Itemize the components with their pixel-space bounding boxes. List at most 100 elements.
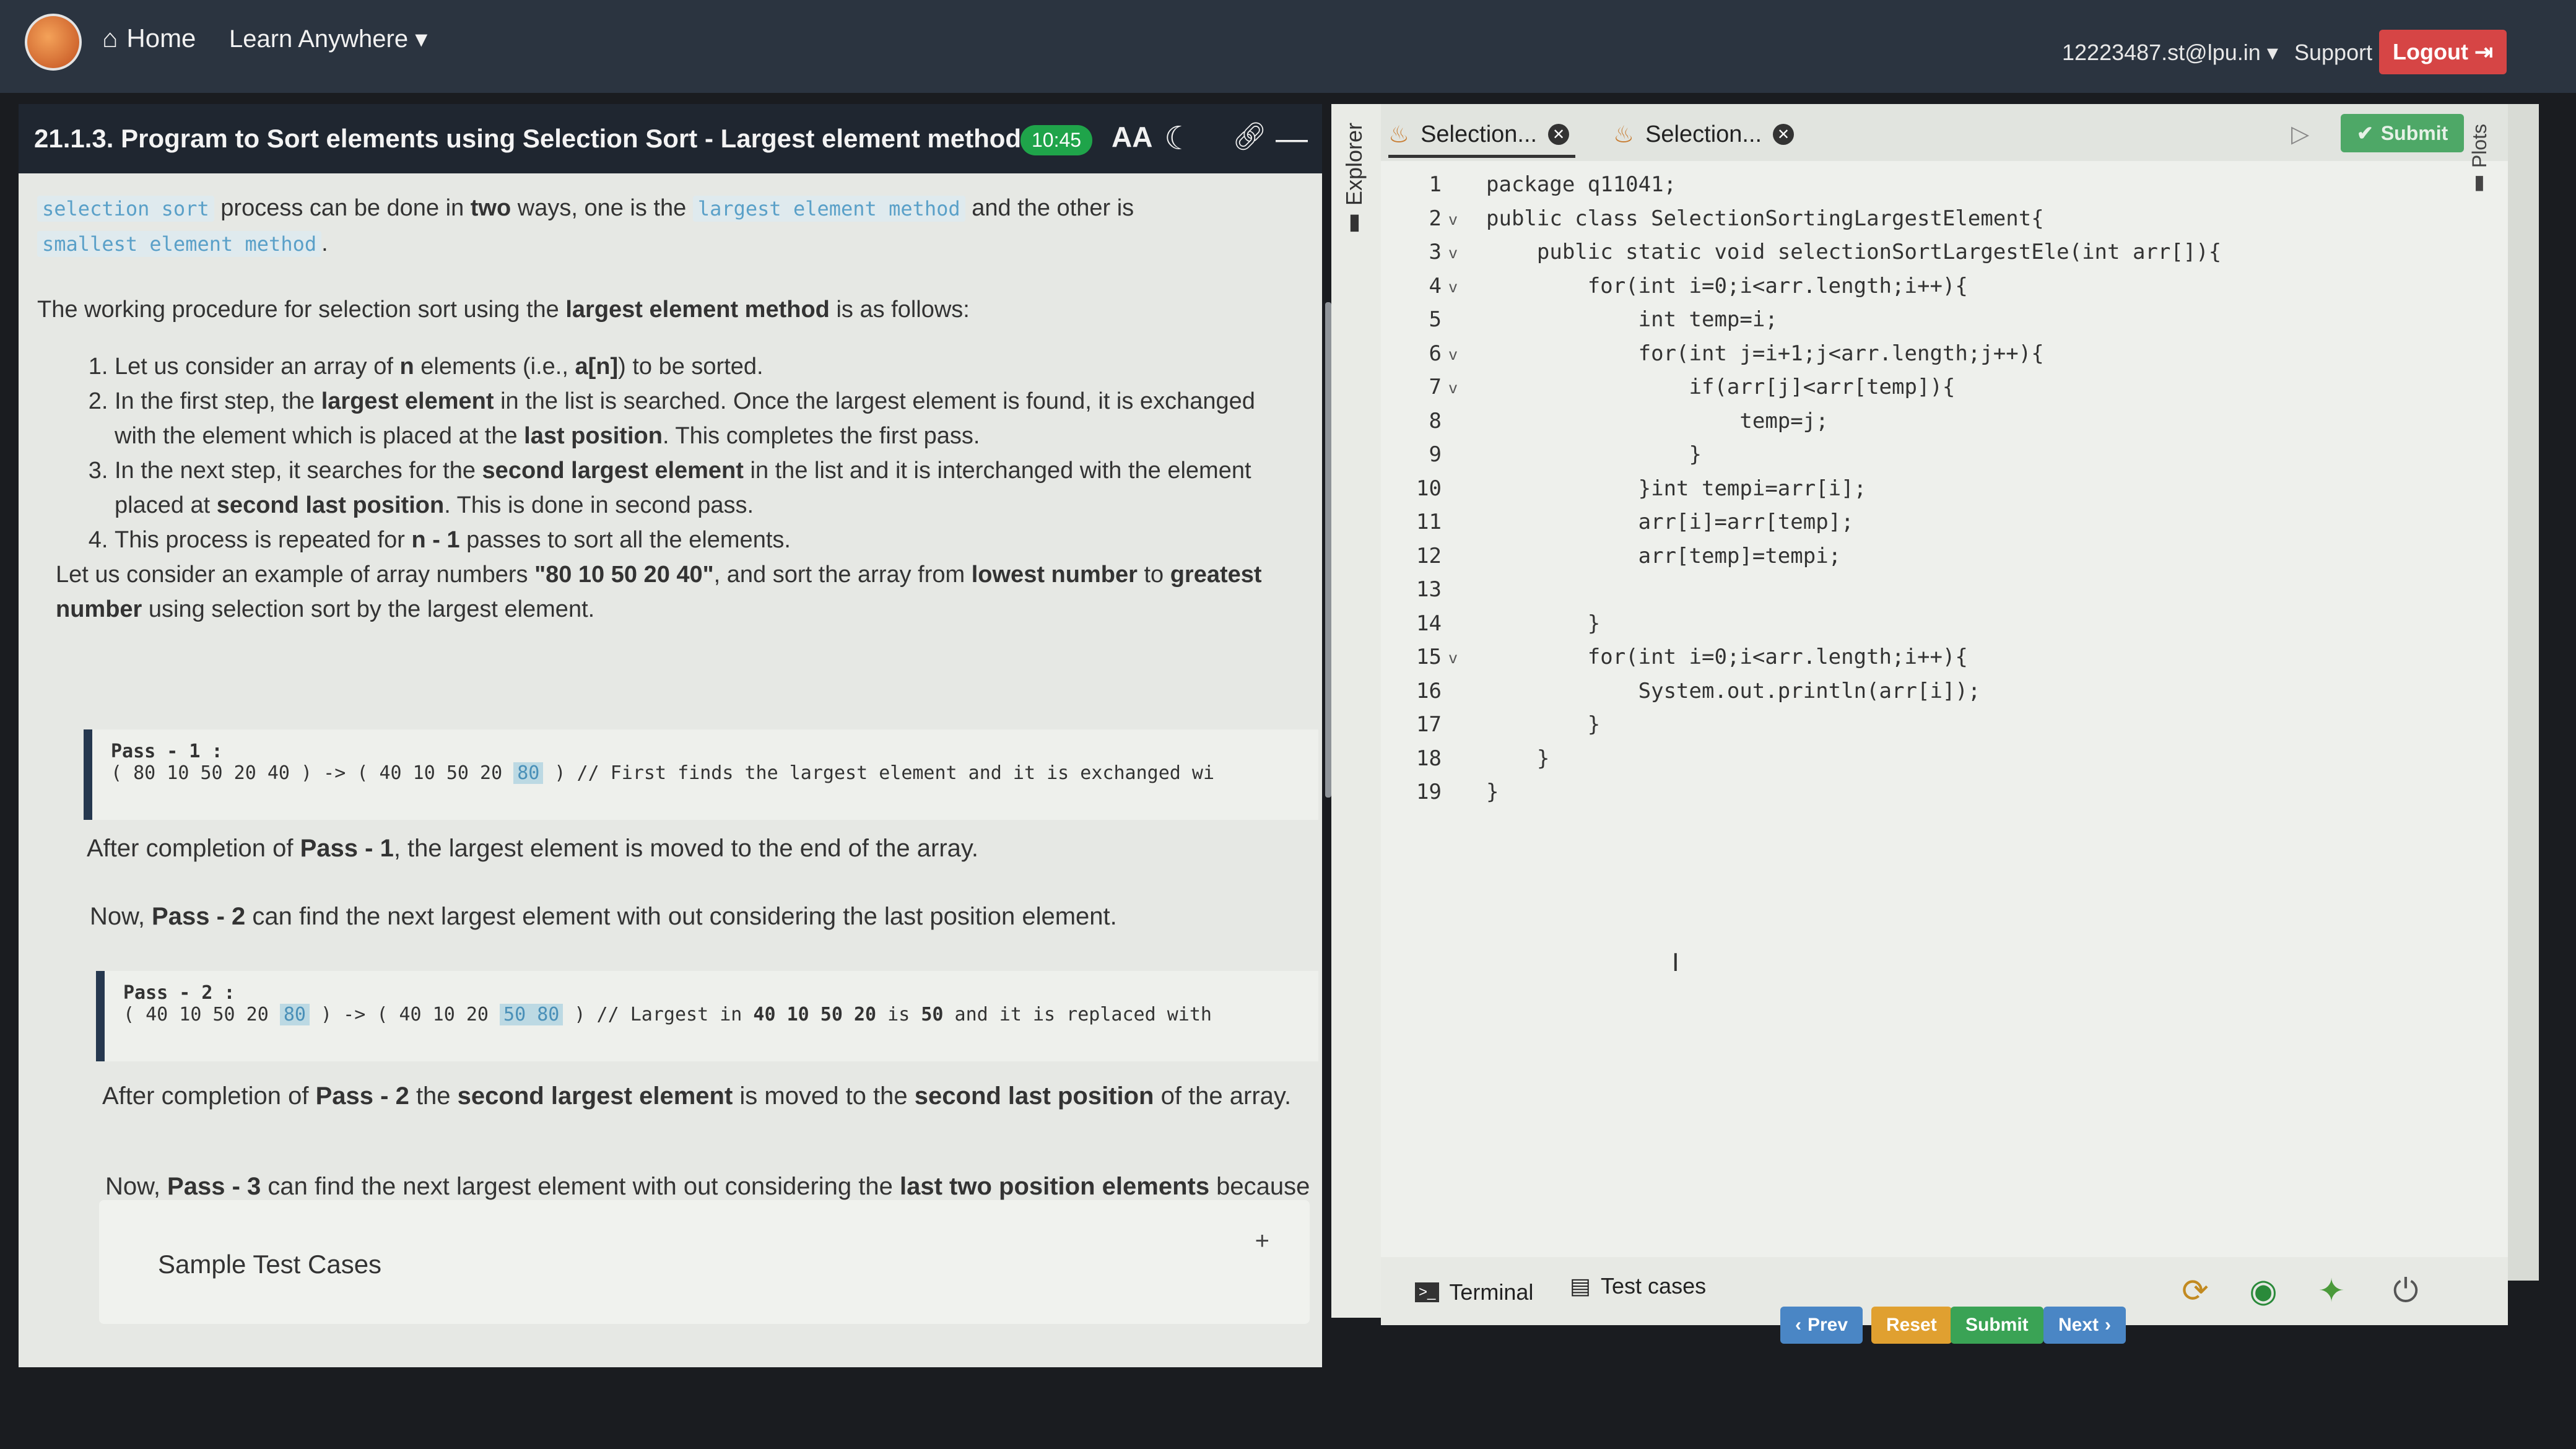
lesson-scrollbar[interactable]	[1325, 302, 1331, 798]
highlight-mark: 80	[279, 1004, 310, 1025]
fold-chevron-icon[interactable]: v	[1449, 243, 1457, 263]
test-cases-label: Test cases	[1601, 1273, 1707, 1299]
terminal-tab[interactable]: >_ Terminal	[1415, 1279, 1533, 1305]
code-line[interactable]: }	[1486, 442, 1702, 467]
line-number: 5	[1429, 307, 1442, 332]
bold-text: a[n]	[575, 354, 619, 380]
lightbulb-icon[interactable]: ✦	[2304, 1263, 2359, 1319]
expand-plus-icon[interactable]: +	[1255, 1227, 1269, 1255]
reset-button[interactable]: Reset	[1871, 1307, 1952, 1344]
submit-top-button[interactable]: ✔ Submit	[2341, 114, 2465, 152]
text: using selection sort by the largest elem…	[142, 596, 595, 622]
university-logo[interactable]	[25, 14, 82, 71]
code-line[interactable]: temp=j;	[1486, 409, 1828, 433]
pass1-code-block: Pass - 1 : ( 80 10 50 20 40 ) -> ( 40 10…	[84, 729, 1318, 820]
step-item: This process is repeated for n - 1 passe…	[115, 523, 1291, 557]
text-cursor-icon: I	[1672, 947, 1679, 977]
code-line[interactable]	[1486, 577, 1638, 602]
code-line[interactable]: arr[temp]=tempi;	[1486, 544, 1842, 568]
sample-test-cases-accordion[interactable]: Sample Test Cases +	[99, 1200, 1310, 1324]
lesson-content: selection sort process can be done in tw…	[37, 191, 1297, 627]
intro-paragraph: selection sort process can be done in tw…	[37, 191, 1297, 261]
code-line[interactable]: }int tempi=arr[i];	[1486, 476, 1866, 501]
code-line[interactable]: for(int i=0;i<arr.length;i++){	[1486, 645, 1968, 669]
code-line[interactable]: for(int i=0;i<arr.length;i++){	[1486, 274, 1968, 298]
code-line[interactable]: }	[1486, 746, 1549, 771]
fold-chevron-icon[interactable]: v	[1449, 277, 1457, 297]
code-line[interactable]: if(arr[j]<arr[temp]){	[1486, 375, 1956, 399]
prev-button[interactable]: ‹ Prev	[1780, 1307, 1863, 1344]
code-line[interactable]: arr[i]=arr[temp];	[1486, 510, 1854, 534]
text: The working procedure for selection sort…	[37, 297, 566, 323]
eye-icon[interactable]: ◉	[2235, 1263, 2291, 1319]
close-tab-icon[interactable]: ✕	[1773, 124, 1795, 145]
line-number: 1	[1429, 172, 1442, 197]
fold-chevron-icon[interactable]: v	[1449, 378, 1457, 398]
home-icon: ⌂	[102, 24, 118, 53]
text: This process is repeated for	[115, 527, 412, 553]
next-button[interactable]: Next ›	[2043, 1307, 2126, 1344]
submit-label: Submit	[1965, 1315, 2029, 1335]
fold-chevron-icon[interactable]: v	[1449, 210, 1457, 229]
code-line[interactable]: int temp=i;	[1486, 307, 1778, 332]
font-size-icon[interactable]: AA	[1112, 120, 1152, 154]
logout-icon: ⇥	[2474, 39, 2494, 64]
top-navbar: ⌂ Home Learn Anywhere ▾ 12223487.st@lpu.…	[0, 0, 2576, 93]
support-link[interactable]: Support	[2294, 40, 2372, 66]
code-line[interactable]: public static void selectionSortLargestE…	[1486, 240, 2221, 264]
text: . This completes the first pass.	[662, 423, 980, 449]
after-pass1-text: After completion of Pass - 1, the larges…	[87, 835, 978, 863]
code-line[interactable]: for(int j=i+1;j<arr.length;j++){	[1486, 341, 2044, 366]
editor-tab[interactable]: ♨ Selection... ✕	[1613, 114, 1795, 155]
code-tag: largest element method	[692, 196, 965, 222]
text: , the largest element is moved to the en…	[393, 835, 979, 862]
run-icon[interactable]: ▷	[2291, 120, 2309, 148]
code-line[interactable]: }	[1486, 611, 1600, 636]
code-line[interactable]: System.out.println(arr[i]);	[1486, 679, 1981, 703]
explorer-sidebar[interactable]: ▮ Explorer	[1331, 104, 1381, 1318]
text: . This is done in second pass.	[444, 492, 754, 518]
code-line[interactable]: package q11041;	[1486, 172, 1676, 197]
code-line[interactable]: public class SelectionSortingLargestElem…	[1486, 206, 2044, 231]
minimize-icon[interactable]: —	[1276, 120, 1308, 157]
line-number: 11	[1416, 510, 1442, 534]
fold-chevron-icon[interactable]: v	[1449, 345, 1457, 364]
dark-mode-moon-icon[interactable]: ☾	[1164, 120, 1193, 157]
text: elements (i.e.,	[414, 354, 575, 380]
line-number: 4	[1429, 273, 1442, 298]
code-line[interactable]: }	[1486, 780, 1499, 804]
text: is as follows:	[829, 297, 970, 323]
nav-home-link[interactable]: ⌂ Home	[102, 24, 196, 53]
power-icon[interactable]: ⏻	[2378, 1263, 2434, 1319]
link-icon[interactable]: 🔗︎	[1232, 120, 1267, 152]
text: is moved to the	[733, 1082, 915, 1110]
explorer-label[interactable]: ▮ Explorer	[1341, 123, 1367, 237]
text: of the array.	[1154, 1082, 1292, 1110]
chevron-left-icon: ‹	[1795, 1315, 1801, 1335]
table-icon: ▤	[1570, 1273, 1591, 1299]
java-file-icon: ♨	[1388, 121, 1410, 148]
close-tab-icon[interactable]: ✕	[1548, 124, 1570, 145]
line-number: 9	[1429, 442, 1442, 467]
line-number: 8	[1429, 408, 1442, 433]
fold-chevron-icon[interactable]: v	[1449, 648, 1457, 668]
submit-button[interactable]: Submit	[1951, 1307, 2043, 1344]
code-line[interactable]: }	[1486, 712, 1600, 737]
editor-tab-active[interactable]: ♨ Selection... ✕	[1388, 114, 1576, 158]
test-cases-tab[interactable]: ▤ Test cases	[1570, 1273, 1706, 1299]
submit-label: Submit	[2380, 121, 2448, 144]
chevron-right-icon: ›	[2105, 1315, 2112, 1335]
user-menu[interactable]: 12223487.st@lpu.in ▾	[2062, 40, 2278, 66]
prev-label: Prev	[1808, 1315, 1848, 1335]
folder-icon: ▮	[1341, 206, 1367, 238]
nav-learn-anywhere-dropdown[interactable]: Learn Anywhere ▾	[229, 25, 427, 53]
lesson-title: 21.1.3. Program to Sort elements using S…	[34, 124, 1022, 153]
refresh-icon[interactable]: ⟳	[2167, 1263, 2223, 1319]
now-pass2-text: Now, Pass - 2 can find the next largest …	[90, 903, 1117, 931]
code-text: ) // First finds the largest element and…	[543, 762, 1215, 784]
logout-button[interactable]: Logout ⇥	[2379, 30, 2507, 74]
text: ways, one is the	[511, 195, 693, 221]
editor-tab-bar: ♨ Selection... ✕ ♨ Selection... ✕ ▷ ✔ Su…	[1381, 104, 2508, 161]
text: In the first step, the	[115, 388, 321, 414]
plots-tab[interactable]: ▮ Plots	[2468, 124, 2491, 197]
